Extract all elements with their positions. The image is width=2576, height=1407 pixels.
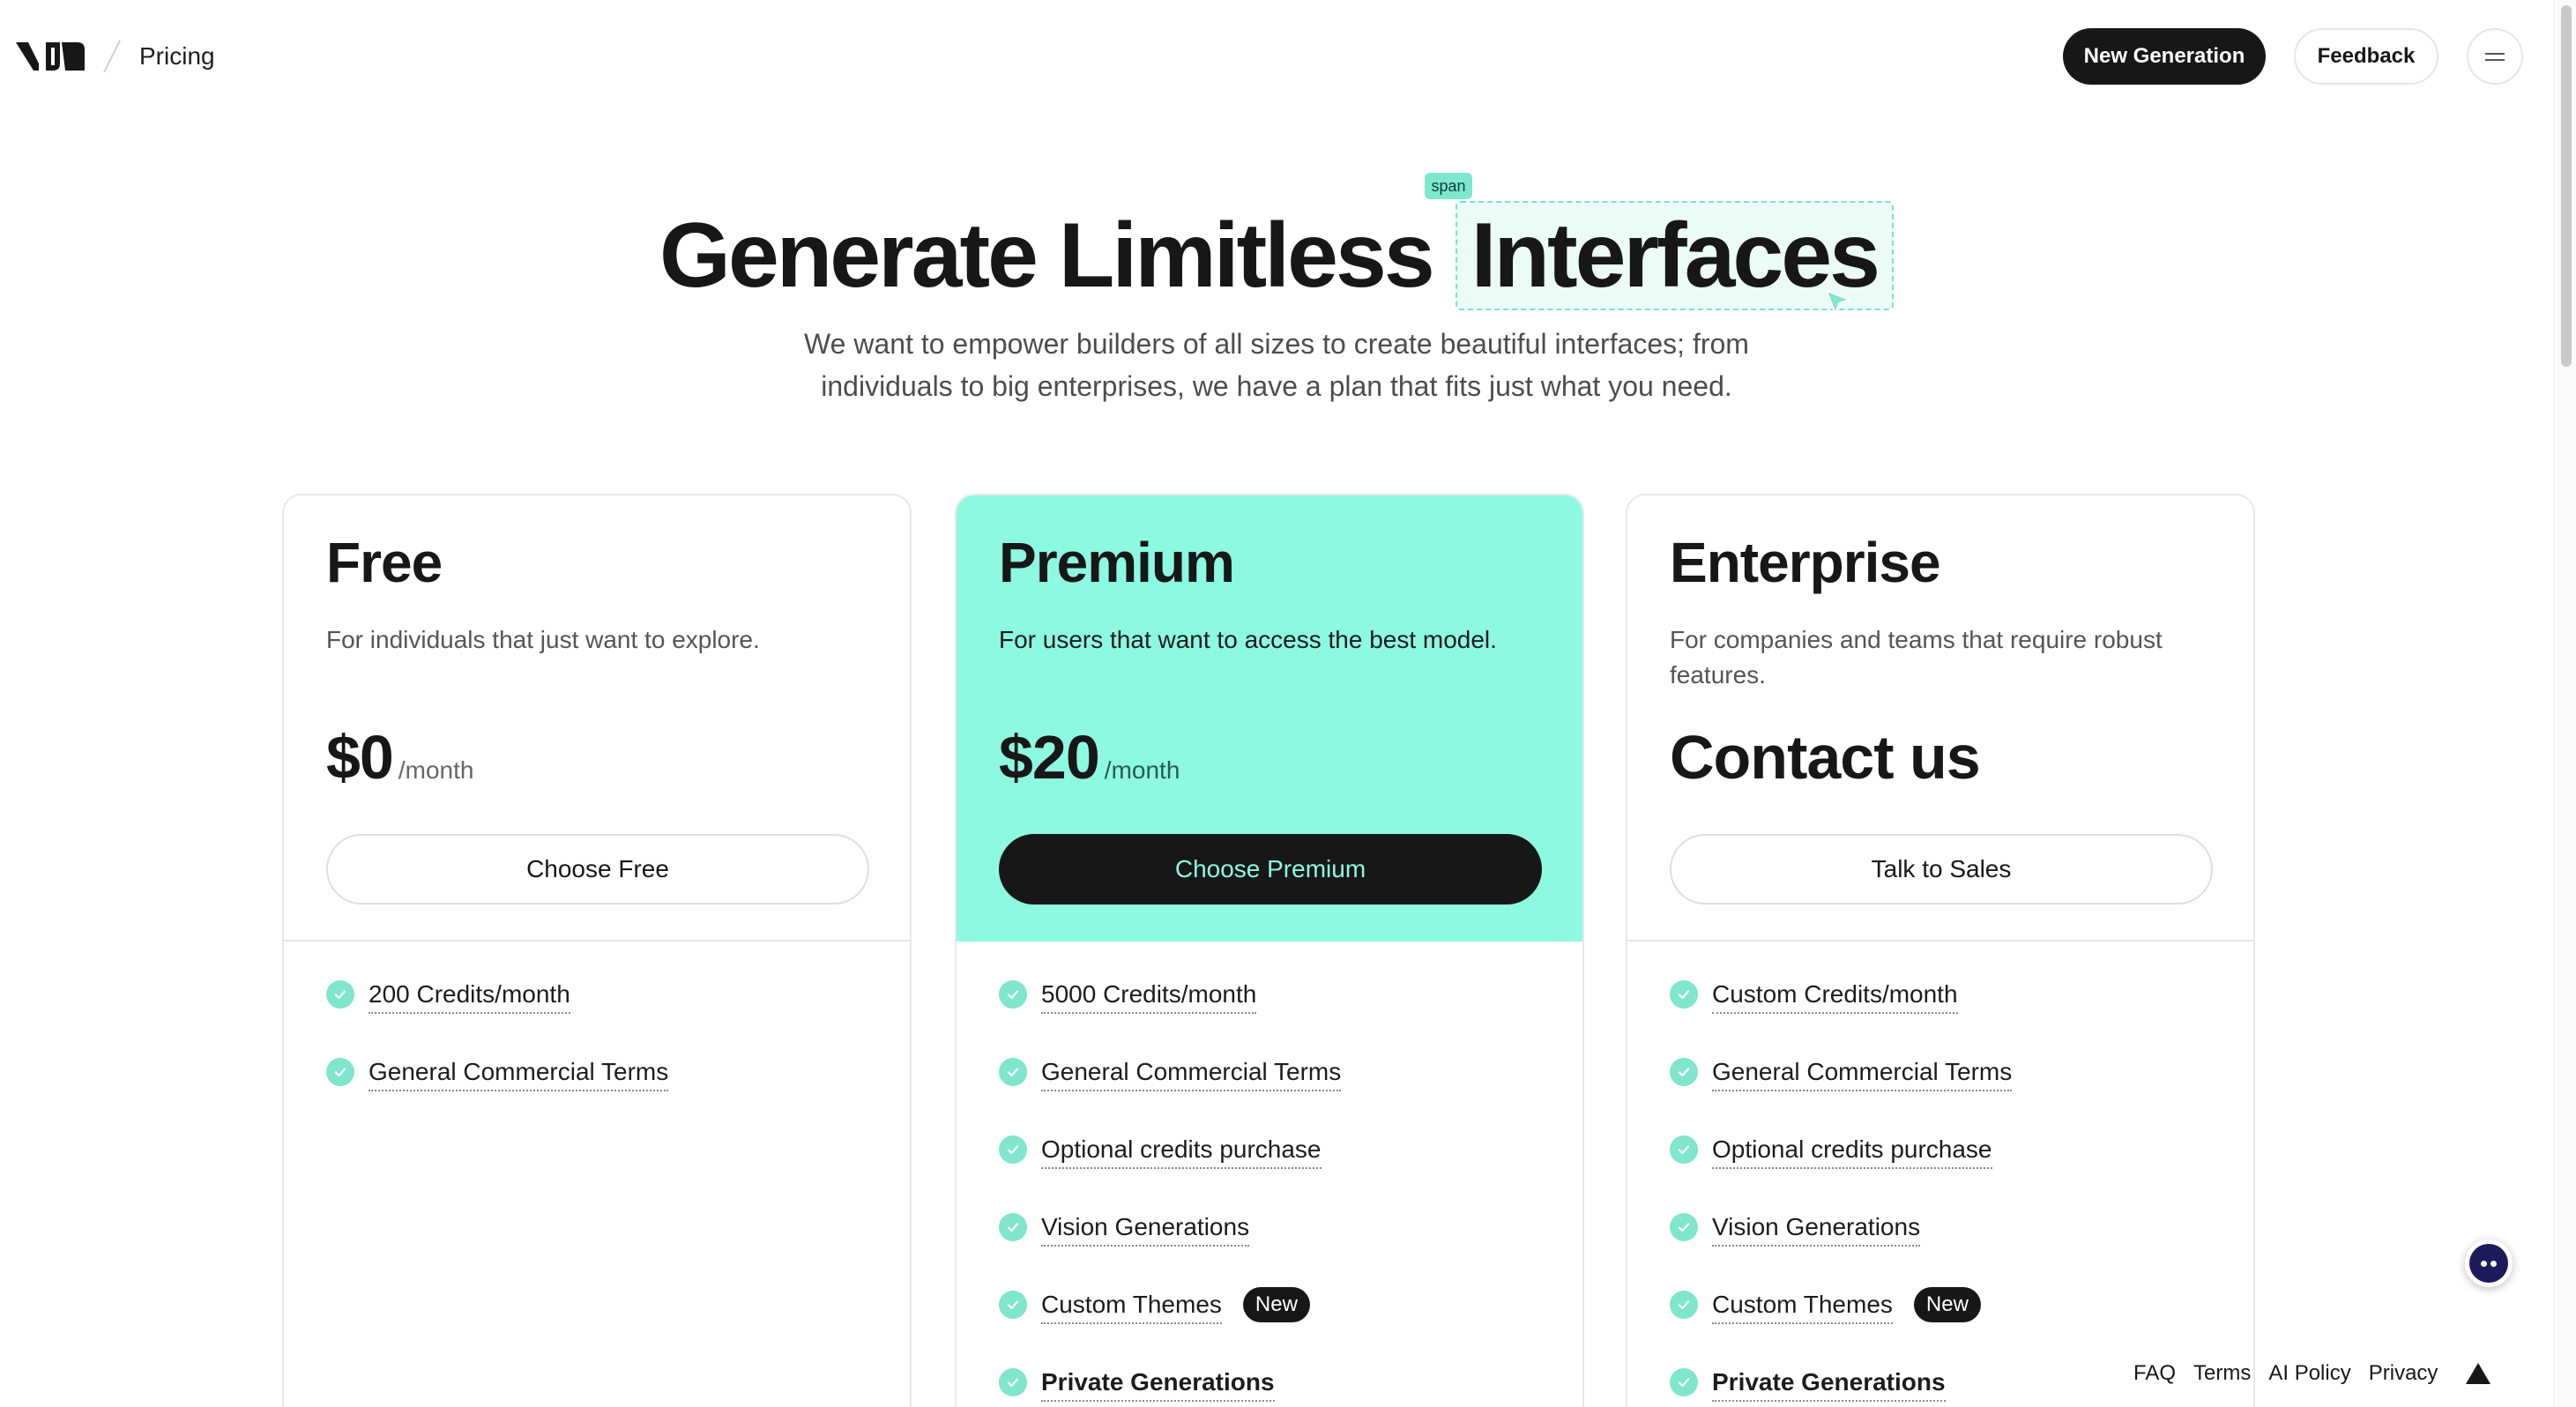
feature-label[interactable]: Custom Themes xyxy=(1712,1287,1893,1324)
page-scrollbar[interactable] xyxy=(2553,0,2576,1407)
check-icon xyxy=(999,1135,1027,1164)
check-icon xyxy=(999,1058,1027,1086)
scrollbar-thumb[interactable] xyxy=(2561,5,2572,367)
feature-label[interactable]: Optional credits purchase xyxy=(1041,1132,1322,1169)
bot-face-icon xyxy=(2469,1244,2508,1283)
feature-item: Vision Generations xyxy=(1670,1210,2216,1287)
plan-card-free: Free For individuals that just want to e… xyxy=(282,494,912,1407)
price-period: /month xyxy=(1104,756,1180,784)
check-icon xyxy=(999,1291,1027,1319)
price-period: /month xyxy=(398,756,474,784)
price-amount: $0 xyxy=(326,723,394,792)
plan-header: Premium For users that want to access th… xyxy=(957,495,1582,942)
price-amount: Contact us xyxy=(1670,723,1981,792)
feature-item: Custom Themes New xyxy=(1670,1287,2216,1365)
cursor-pointer-icon xyxy=(1826,290,1850,315)
v0-logo-icon[interactable] xyxy=(14,37,86,76)
check-icon xyxy=(999,1213,1027,1241)
new-badge: New xyxy=(1913,1287,1981,1322)
feature-label[interactable]: Optional credits purchase xyxy=(1712,1132,1992,1169)
title-plain: Generate Limitless xyxy=(659,205,1435,307)
feature-item: Optional credits purchase xyxy=(1670,1132,2216,1210)
check-icon xyxy=(999,1368,1027,1396)
feature-label[interactable]: General Commercial Terms xyxy=(369,1054,669,1091)
assistant-bot-button[interactable] xyxy=(2465,1240,2513,1287)
new-badge: New xyxy=(1242,1287,1310,1322)
check-icon xyxy=(1670,1058,1698,1086)
feature-label[interactable]: Private Generations xyxy=(1712,1365,1946,1402)
page-subtitle: We want to empower builders of all sizes… xyxy=(804,328,1749,402)
vercel-triangle-icon[interactable] xyxy=(2464,1361,2492,1386)
feature-label[interactable]: Vision Generations xyxy=(1712,1210,1921,1247)
hamburger-icon xyxy=(2485,52,2505,55)
feature-item: Private Generations xyxy=(999,1365,1545,1407)
check-icon xyxy=(1670,1291,1698,1319)
feature-label[interactable]: 5000 Credits/month xyxy=(1041,977,1257,1014)
element-tag-badge: span xyxy=(1425,173,1472,199)
feature-item: General Commercial Terms xyxy=(1670,1054,2216,1132)
feature-label[interactable]: Custom Themes xyxy=(1041,1287,1222,1324)
plan-card-enterprise: Enterprise For companies and teams that … xyxy=(1626,494,2255,1407)
plan-price: $0/month xyxy=(326,718,473,810)
feature-item: General Commercial Terms xyxy=(326,1054,873,1132)
feature-label[interactable]: Custom Credits/month xyxy=(1712,977,1958,1014)
check-icon xyxy=(326,980,354,1009)
plan-name: Free xyxy=(326,531,443,594)
plan-header: Enterprise For companies and teams that … xyxy=(1627,495,2253,942)
page-title: Generate Limitless Interfaces xyxy=(0,201,2553,310)
menu-button[interactable] xyxy=(2467,28,2523,85)
feature-item: Optional credits purchase xyxy=(999,1132,1545,1210)
choose-premium-button[interactable]: Choose Premium xyxy=(999,834,1542,904)
feature-list: 5000 Credits/month General Commercial Te… xyxy=(999,977,1545,1407)
feature-list: Custom Credits/month General Commercial … xyxy=(1670,977,2216,1407)
feature-item: General Commercial Terms xyxy=(999,1054,1545,1132)
feature-label[interactable]: General Commercial Terms xyxy=(1041,1054,1342,1091)
plan-name: Premium xyxy=(999,531,1235,594)
plan-description: For companies and teams that require rob… xyxy=(1670,626,2163,689)
choose-free-button[interactable]: Choose Free xyxy=(326,834,869,904)
plan-description: For users that want to access the best m… xyxy=(999,626,1497,653)
feature-item: 5000 Credits/month xyxy=(999,977,1545,1054)
check-icon xyxy=(1670,1368,1698,1396)
plan-price: $20/month xyxy=(999,718,1180,810)
feature-item: Custom Credits/month xyxy=(1670,977,2216,1054)
feature-list: 200 Credits/month General Commercial Ter… xyxy=(326,977,873,1132)
check-icon xyxy=(1670,1213,1698,1241)
feature-item: Vision Generations xyxy=(999,1210,1545,1287)
breadcrumb-separator-icon xyxy=(103,40,121,73)
check-icon xyxy=(326,1058,354,1086)
feature-item: 200 Credits/month xyxy=(326,977,873,1054)
feature-label[interactable]: Private Generations xyxy=(1041,1365,1275,1402)
feature-label[interactable]: Vision Generations xyxy=(1041,1210,1250,1247)
check-icon xyxy=(1670,980,1698,1009)
footer-link-privacy[interactable]: Privacy xyxy=(2369,1361,2438,1386)
feature-label[interactable]: 200 Credits/month xyxy=(369,977,570,1014)
feature-item: Custom Themes New xyxy=(999,1287,1545,1365)
plan-header: Free For individuals that just want to e… xyxy=(284,495,910,942)
check-icon xyxy=(1670,1135,1698,1164)
footer-link-terms[interactable]: Terms xyxy=(2193,1361,2251,1386)
footer-link-faq[interactable]: FAQ xyxy=(2133,1361,2176,1386)
plan-price: Contact us xyxy=(1670,718,1981,797)
plan-card-premium: Premium For users that want to access th… xyxy=(955,494,1584,1407)
feature-label[interactable]: General Commercial Terms xyxy=(1712,1054,2013,1091)
talk-to-sales-button[interactable]: Talk to Sales xyxy=(1670,834,2213,904)
top-bar: Pricing New Generation Feedback xyxy=(0,0,2576,113)
plan-name: Enterprise xyxy=(1670,531,1941,594)
check-icon xyxy=(999,980,1027,1009)
plan-description: For individuals that just want to explor… xyxy=(326,626,760,653)
footer-link-ai-policy[interactable]: AI Policy xyxy=(2268,1361,2350,1386)
feedback-button[interactable]: Feedback xyxy=(2294,28,2438,85)
footer-links: FAQ Terms AI Policy Privacy xyxy=(2133,1356,2492,1391)
new-generation-button[interactable]: New Generation xyxy=(2063,28,2266,85)
price-amount: $20 xyxy=(999,723,1100,792)
breadcrumb-pricing[interactable]: Pricing xyxy=(139,41,215,72)
